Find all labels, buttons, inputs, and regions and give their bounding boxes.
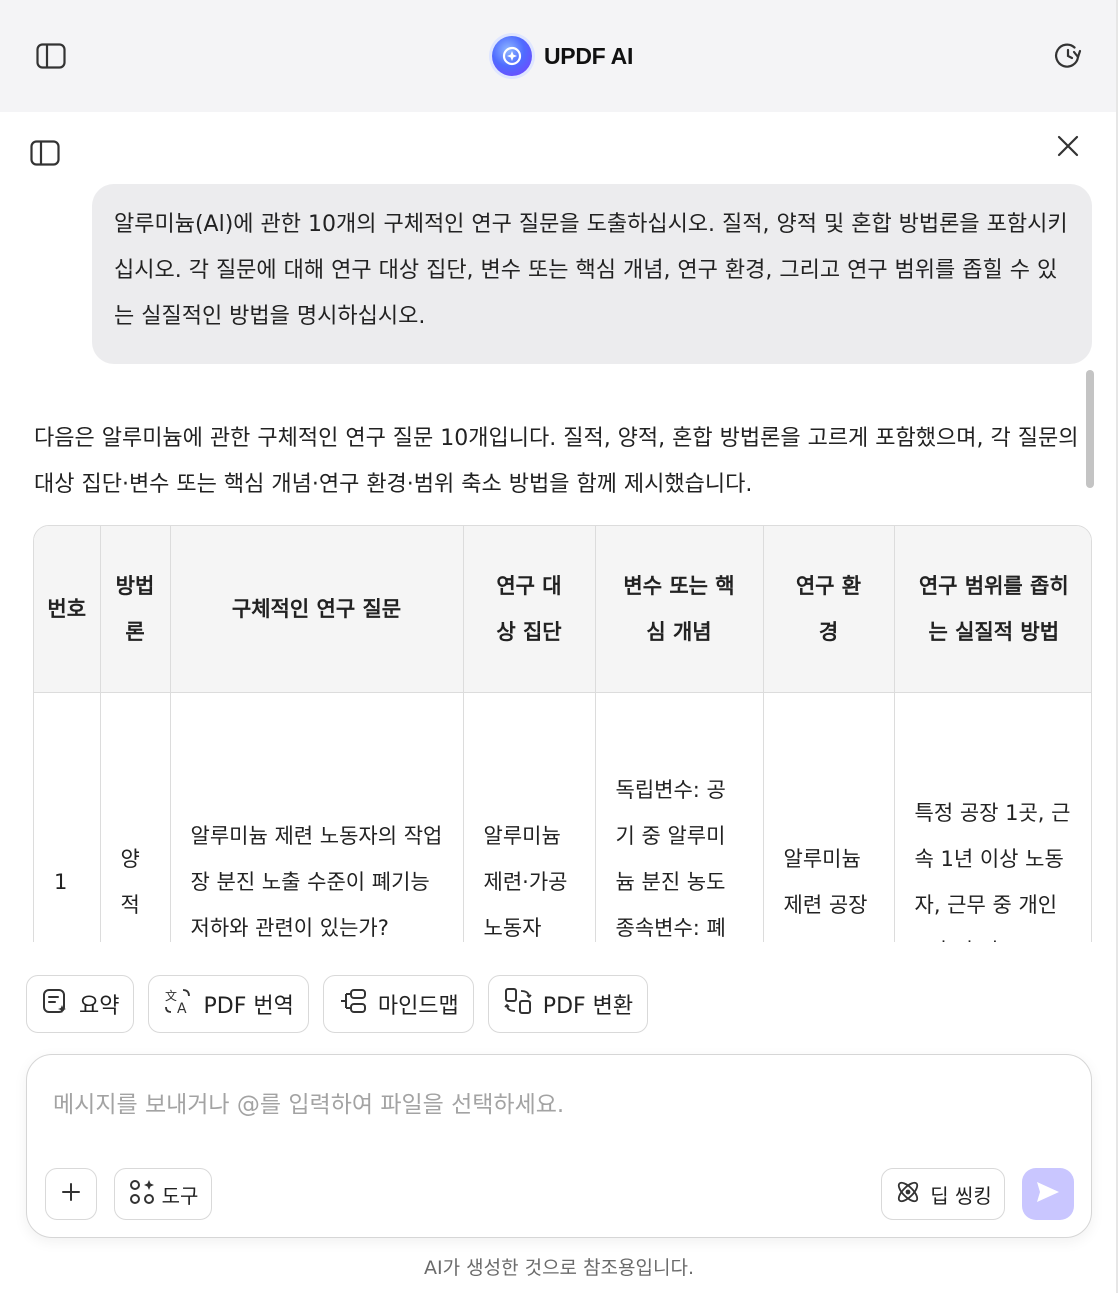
cell-population: 알루미늄 제련·가공 노동자 (463, 692, 596, 942)
table-row: 1 양적 알루미늄 제련 노동자의 작업장 분진 노출 수준이 폐기능 저하와 … (34, 692, 1091, 942)
deep-think-label: 딥 씽킹 (930, 1183, 992, 1208)
tools-label: 도구 (161, 1183, 199, 1208)
cell-variables: 독립변수: 공기 중 알루미늄 분진 농도 종속변수: 폐활량, 기침·호 (595, 692, 764, 942)
cell-question: 알루미늄 제련 노동자의 작업장 분진 노출 수준이 폐기능 저하와 관련이 있… (170, 692, 464, 942)
ai-disclaimer: AI가 생성한 것으로 참조용입니다. (424, 1257, 694, 1279)
message-composer: 도구 딥 씽킹 (26, 1054, 1092, 1238)
pdf-convert-button[interactable]: PDF 변환 (487, 975, 649, 1033)
top-bar: UPDF AI (0, 0, 1118, 112)
chat-scrollbar[interactable] (1086, 370, 1094, 488)
header-population: 연구 대상 집단 (463, 526, 596, 693)
svg-text:文: 文 (165, 988, 177, 1003)
assistant-intro: 다음은 알루미늄에 관한 구체적인 연구 질문 10개입니다. 질적, 양적, … (34, 426, 1079, 497)
summary-icon (41, 987, 69, 1021)
convert-icon (503, 986, 533, 1022)
translate-icon: 文A (163, 987, 193, 1021)
add-attachment-button[interactable] (45, 1168, 97, 1220)
cell-number: 1 (34, 692, 101, 942)
plus-icon (61, 1182, 81, 1207)
header-scope: 연구 범위를 좁히는 실질적 방법 (894, 526, 1091, 693)
sidebar-toggle-icon[interactable] (36, 43, 66, 73)
app-title: UPDF AI (544, 42, 634, 69)
mindmap-icon (338, 987, 368, 1021)
tools-button[interactable]: 도구 (114, 1168, 212, 1220)
panel-sidebar-icon[interactable] (30, 140, 60, 170)
pdf-translate-button[interactable]: 文A PDF 번역 (148, 975, 309, 1033)
deep-think-button[interactable]: 딥 씽킹 (881, 1168, 1005, 1220)
research-table: 번호 방법론 구체적인 연구 질문 연구 대상 집단 변수 또는 핵심 개념 연… (33, 525, 1092, 942)
pdf-convert-label: PDF 변환 (542, 994, 634, 1019)
close-icon[interactable] (1056, 134, 1080, 162)
send-button[interactable] (1022, 1168, 1074, 1220)
send-icon (1035, 1180, 1061, 1208)
user-message: 알루미늄(Al)에 관한 10개의 구체적인 연구 질문을 도출하십시오. 질적… (92, 184, 1092, 364)
summary-label: 요약 (79, 994, 120, 1019)
mindmap-button[interactable]: 마인드맵 (322, 975, 474, 1033)
updf-ai-logo-icon (492, 36, 532, 76)
header-number: 번호 (34, 526, 101, 693)
brand: UPDF AI (492, 36, 633, 76)
pdf-translate-label: PDF 번역 (203, 994, 294, 1019)
cell-scope: 특정 공장 1곳, 근속 1년 이상 노동자, 근무 중 개인 노출 측정 (894, 692, 1091, 942)
history-clock-icon[interactable] (1054, 42, 1082, 74)
svg-text:A: A (177, 1001, 187, 1015)
header-method: 방법론 (100, 526, 171, 693)
mindmap-label: 마인드맵 (377, 994, 459, 1019)
message-input[interactable] (53, 1085, 1053, 1125)
quick-actions: 요약 文A PDF 번역 마인드맵 PDF 변환 (26, 975, 649, 1033)
cell-method: 양적 (100, 692, 171, 942)
atom-icon (894, 1178, 922, 1211)
header-setting: 연구 환경 (763, 526, 895, 693)
header-question: 구체적인 연구 질문 (170, 526, 464, 693)
cell-setting: 알루미늄 제련 공장 (763, 692, 895, 942)
header-variables: 변수 또는 핵심 개념 (595, 526, 764, 693)
summary-button[interactable]: 요약 (26, 975, 135, 1033)
table-header-row: 번호 방법론 구체적인 연구 질문 연구 대상 집단 변수 또는 핵심 개념 연… (34, 526, 1091, 693)
conversation: 알루미늄(Al)에 관한 10개의 구체적인 연구 질문을 도출하십시오. 질적… (0, 180, 1100, 942)
tools-icon (128, 1178, 156, 1211)
